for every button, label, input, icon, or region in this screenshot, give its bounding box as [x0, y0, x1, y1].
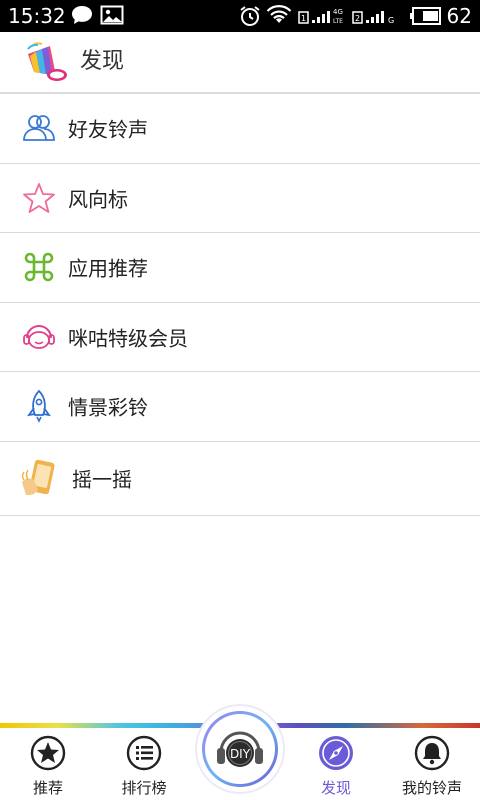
nav-label: 我的铃声: [401, 779, 462, 797]
megaphone-logo[interactable]: [22, 38, 70, 86]
rocket-icon: [22, 389, 56, 424]
status-time: 15:32: [8, 4, 66, 28]
menu-item-label: 风向标: [68, 187, 128, 212]
menu-item-label: 情景彩铃: [68, 395, 148, 420]
menu-item-friend-ringtones[interactable]: 好友铃声: [0, 94, 480, 164]
nav-discover[interactable]: 发现: [296, 735, 376, 797]
star-circle-icon: [30, 735, 66, 771]
image-icon: [100, 4, 124, 30]
star-icon: [22, 181, 56, 215]
status-bar: 15:32 1 4G LTE 2G 62: [0, 0, 480, 32]
menu-item-app-recommend[interactable]: 应用推荐: [0, 233, 480, 303]
menu-item-label: 咪咕特级会员: [68, 326, 188, 351]
command-icon: [22, 250, 56, 284]
svg-text:2: 2: [355, 14, 360, 23]
message-icon: [70, 4, 94, 30]
svg-text:G: G: [388, 16, 394, 25]
menu-item-shake[interactable]: 摇一摇: [0, 441, 480, 516]
menu-item-label: 应用推荐: [68, 256, 148, 281]
bell-icon: [414, 735, 450, 771]
nav-label: 发现: [320, 779, 351, 797]
shake-phone-icon: [18, 458, 58, 498]
menu-item-trends[interactable]: 风向标: [0, 163, 480, 233]
compass-icon: [318, 735, 354, 771]
battery-percent: 62: [446, 4, 472, 28]
svg-text:1: 1: [301, 14, 306, 23]
svg-text:4G: 4G: [333, 8, 343, 16]
diy-headphones-icon: DIY: [217, 731, 263, 767]
signal-1-icon: 1 4G LTE: [298, 4, 348, 32]
menu-item-scene-ringback[interactable]: 情景彩铃: [0, 372, 480, 442]
nav-label: 排行榜: [121, 779, 167, 797]
nav-charts[interactable]: 排行榜: [104, 735, 184, 797]
discover-menu: 好友铃声 风向标 应用推荐 咪咕特级会员 情景彩铃 摇一摇: [0, 94, 480, 516]
menu-item-migu-vip[interactable]: 咪咕特级会员: [0, 302, 480, 372]
page-title: 发现: [80, 49, 125, 74]
diy-label: DIY: [230, 747, 251, 761]
menu-item-label: 摇一摇: [72, 467, 132, 492]
friends-icon: [22, 111, 56, 145]
svg-text:LTE: LTE: [333, 18, 343, 25]
nav-my-ringtones[interactable]: 我的铃声: [392, 735, 472, 797]
headset-member-icon: [22, 320, 56, 354]
nav-recommend[interactable]: 推荐: [8, 735, 88, 797]
battery-icon: [410, 7, 442, 29]
wifi-icon: [266, 4, 292, 30]
signal-2-icon: 2G: [352, 4, 398, 32]
list-circle-icon: [126, 735, 162, 771]
app-header: 发现: [0, 32, 480, 94]
nav-label: 推荐: [32, 779, 63, 797]
diy-button[interactable]: DIY: [197, 706, 283, 792]
alarm-icon: [238, 4, 262, 32]
menu-item-label: 好友铃声: [68, 117, 148, 142]
